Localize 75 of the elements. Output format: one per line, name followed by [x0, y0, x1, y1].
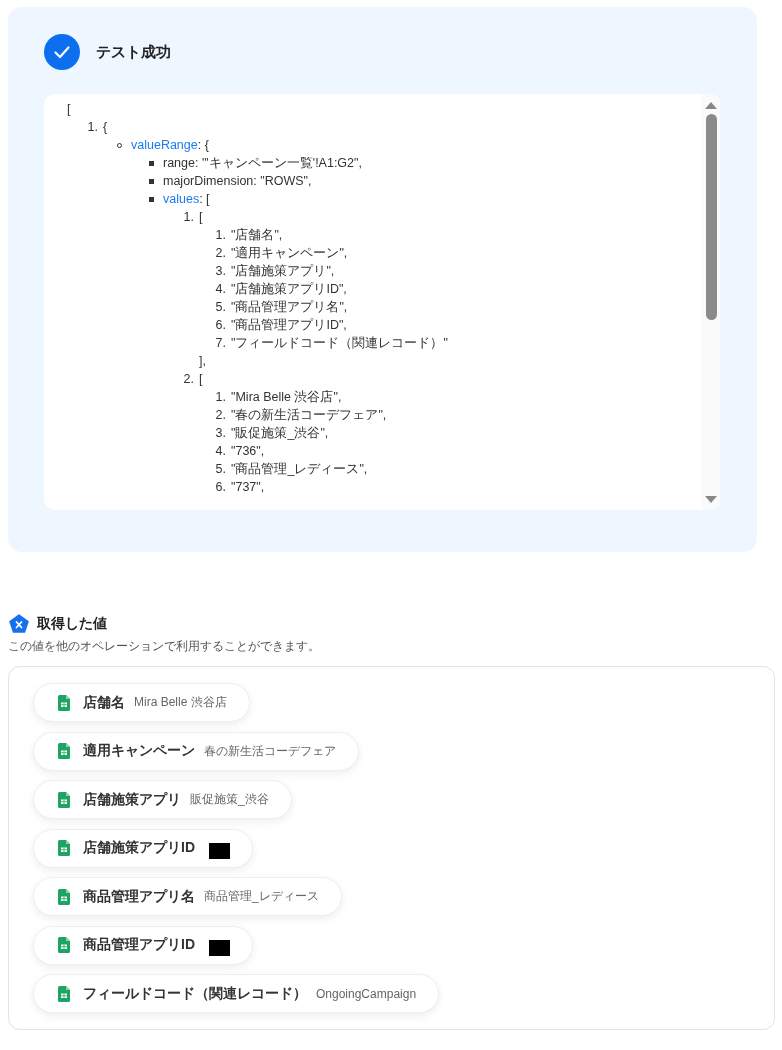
value-text: 販促施策_渋谷 [190, 791, 269, 808]
list-number: 5. [214, 300, 226, 314]
value-chip[interactable]: 店舗名 Mira Belle 渋谷店 [33, 683, 250, 722]
list-number: 1. [214, 228, 226, 242]
bullet-icon [149, 178, 154, 184]
code-line: "Mira Belle 渋谷店", [231, 388, 342, 406]
spreadsheet-icon [58, 791, 70, 808]
scrollbar[interactable] [702, 94, 720, 510]
list-number: 2. [214, 408, 226, 422]
value-label: 適用キャンペーン [83, 742, 195, 760]
value-label: 店舗施策アプリ [83, 790, 181, 809]
list-number: 6. [214, 480, 226, 494]
value-label: フィールドコード（関連レコード） [83, 984, 307, 1003]
spreadsheet-icon [58, 743, 70, 759]
code-line: majorDimension: "ROWS", [163, 174, 312, 188]
value-text: Mira Belle 渋谷店 [134, 694, 227, 711]
value-label: 商品管理アプリ名 [83, 887, 195, 906]
code-line: "736", [231, 444, 265, 458]
value-chip[interactable]: 店舗施策アプリ 販促施策_渋谷 [33, 780, 292, 819]
list-number: 1. [86, 120, 98, 134]
code-line: "商品管理_レディース", [231, 460, 368, 478]
list-number: 4. [214, 282, 226, 296]
code-line: "フィールドコード（関連レコード）" [231, 334, 448, 352]
list-number: 1. [214, 390, 226, 404]
code-line: range: "'キャンペーン一覧'!A1:G2", [163, 154, 362, 172]
code-line: "商品管理アプリID", [231, 316, 347, 334]
spreadsheet-icon [58, 985, 70, 1002]
code-line: "店舗施策アプリID", [231, 280, 347, 298]
code-line: valueRange: { [131, 138, 209, 152]
list-number: 3. [214, 264, 226, 278]
code-line: "商品管理アプリ名", [231, 298, 348, 316]
value-chip[interactable]: 店舗施策アプリID [33, 828, 253, 868]
spreadsheet-icon [58, 888, 70, 905]
list-number: 5. [214, 462, 226, 476]
value-text: 商品管理_レディース [204, 888, 319, 905]
value-chip[interactable]: 商品管理アプリ名 商品管理_レディース [33, 877, 342, 916]
bullet-icon [149, 196, 154, 202]
value-chip[interactable]: 適用キャンペーン 春の新生活コーデフェア [33, 731, 359, 771]
scroll-down-icon[interactable] [705, 496, 717, 504]
code-line: "店舗施策アプリ", [231, 262, 335, 280]
code-line: "春の新生活コーデフェア", [231, 406, 387, 424]
list-number: 1. [182, 210, 194, 224]
section-description: この値を他のオペレーションで利用することができます。 [8, 639, 321, 653]
code-line: "適用キャンペーン", [231, 244, 348, 262]
value-text: OngoingCampaign [316, 986, 417, 1001]
list-number: 2. [214, 246, 226, 260]
section-title: 取得した値 [37, 615, 107, 633]
spreadsheet-icon [58, 840, 70, 856]
spreadsheet-icon [58, 937, 70, 953]
bullet-icon [149, 160, 154, 166]
list-number: 4. [214, 444, 226, 458]
scroll-thumb[interactable] [705, 114, 717, 320]
code-line: [ [67, 102, 71, 116]
value-text: 春の新生活コーデフェア [204, 742, 336, 760]
value-label: 店舗名 [83, 693, 125, 712]
spreadsheet-icon [58, 694, 70, 711]
code-line: { [103, 120, 108, 134]
code-line: "737", [231, 480, 265, 494]
code-line: "販促施策_渋谷", [231, 424, 329, 442]
value-label: 店舗施策アプリID [83, 839, 195, 857]
variable-icon [9, 614, 29, 634]
list-number: 3. [214, 426, 226, 440]
value-label: 商品管理アプリID [83, 936, 195, 954]
code-line: [ [199, 372, 203, 386]
value-chip[interactable]: 商品管理アプリID [33, 925, 253, 965]
scroll-up-icon[interactable] [705, 101, 717, 109]
code-line: "店舗名", [231, 226, 283, 244]
result-title: テスト成功 [96, 42, 171, 62]
list-number: 6. [214, 318, 226, 332]
code-line: [ [199, 210, 203, 224]
code-line: ], [199, 354, 206, 368]
value-chip[interactable]: フィールドコード（関連レコード） OngoingCampaign [33, 974, 440, 1013]
list-number: 2. [182, 372, 194, 386]
list-number: 7. [214, 336, 226, 350]
code-line: values: [ [163, 192, 210, 206]
